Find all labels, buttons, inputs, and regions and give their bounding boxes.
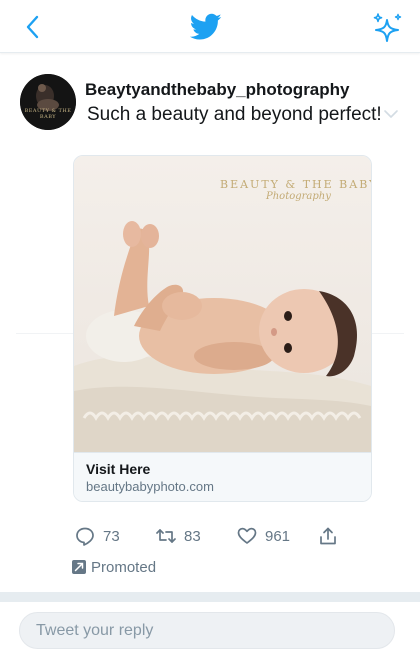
like-button[interactable]: 961 — [237, 523, 290, 549]
retweet-button[interactable]: 83 — [156, 523, 201, 549]
card-image-brand-sub: Photography — [266, 191, 331, 202]
avatar-photo — [20, 74, 76, 130]
promoted-icon — [72, 560, 86, 574]
promoted-label: Promoted — [72, 557, 156, 577]
card-title: Visit Here — [86, 461, 151, 477]
reply-input[interactable]: Tweet your reply — [19, 612, 395, 649]
reply-icon — [76, 527, 94, 546]
avatar-brand-text: BEAUTY & THE BABY — [24, 108, 72, 120]
card-image: BEAUTY & THE BABY Photography — [74, 156, 371, 452]
share-button[interactable] — [318, 523, 338, 549]
card-domain: beautybabyphoto.com — [86, 479, 214, 494]
avatar[interactable]: BEAUTY & THE BABY — [20, 74, 76, 130]
promoted-text: Promoted — [91, 558, 157, 576]
section-separator — [0, 592, 420, 602]
retweet-count: 83 — [184, 527, 201, 545]
back-chevron-icon[interactable] — [22, 14, 44, 40]
reply-button[interactable]: 73 — [75, 523, 120, 549]
reply-count: 73 — [103, 527, 120, 545]
heart-icon — [237, 527, 257, 544]
link-card[interactable]: BEAUTY & THE BABY Photography Visit Here… — [73, 155, 372, 502]
chevron-down-icon[interactable] — [382, 108, 400, 120]
top-bar — [0, 0, 420, 53]
username[interactable]: Beaytyandthebaby_photography — [85, 80, 350, 100]
share-icon — [320, 527, 336, 545]
like-count: 961 — [265, 527, 291, 545]
card-image-brand: BEAUTY & THE BABY — [220, 178, 371, 191]
card-footer — [74, 452, 371, 501]
reply-placeholder: Tweet your reply — [36, 622, 154, 639]
retweet-icon — [156, 529, 176, 543]
sparkle-icon[interactable] — [370, 12, 404, 46]
twitter-bird-icon — [190, 13, 222, 40]
tweet-text: Such a beauty and beyond perfect! — [87, 104, 382, 125]
